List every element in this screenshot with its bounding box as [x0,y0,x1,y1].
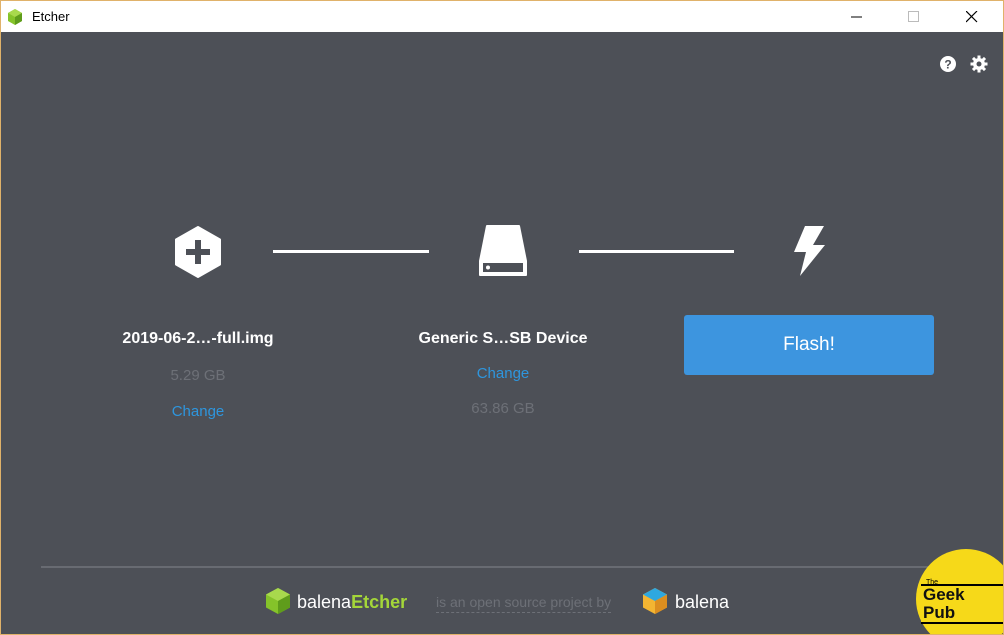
change-image-link[interactable]: Change [78,403,318,420]
footer-brand[interactable]: balenaEtcher [297,592,407,613]
close-button[interactable] [949,1,995,32]
minimize-button[interactable] [834,1,880,32]
watermark-text: Geek Pub [921,584,1003,624]
open-source-link[interactable]: is an open source project by [436,594,612,613]
app-window: Etcher ? 2019-06-2…-full.img 5.29 GB Cha… [0,0,1004,635]
title-bar: Etcher [1,1,1003,32]
maximize-icon [908,11,919,22]
etcher-app-icon [8,9,22,25]
change-drive-link[interactable]: Change [383,365,623,382]
maximize-button[interactable] [891,1,937,32]
lightning-icon [794,226,825,276]
balena-company-link[interactable]: balena [675,592,729,613]
etcher-logo-icon [266,588,290,614]
drive-icon [479,225,527,276]
image-filename: 2019-06-2…-full.img [122,330,274,347]
window-title: Etcher [32,9,70,24]
step-connector-2 [579,250,734,253]
drive-size: 63.86 GB [471,400,535,417]
step-connector-1 [273,250,429,253]
plus-hexagon-icon [175,226,221,278]
balena-logo-icon [643,588,667,614]
svg-text:?: ? [944,58,951,72]
gear-icon[interactable] [969,54,989,74]
footer-brand-product: Etcher [351,592,408,612]
footer-brand-prefix: balena [297,592,352,612]
close-icon [966,11,978,23]
drive-name: Generic S…SB Device [418,330,588,347]
image-size: 5.29 GB [170,367,226,384]
minimize-icon [851,16,862,18]
flash-button[interactable]: Flash! [684,315,934,375]
footer-divider [41,566,963,568]
help-icon[interactable]: ? [938,54,958,74]
